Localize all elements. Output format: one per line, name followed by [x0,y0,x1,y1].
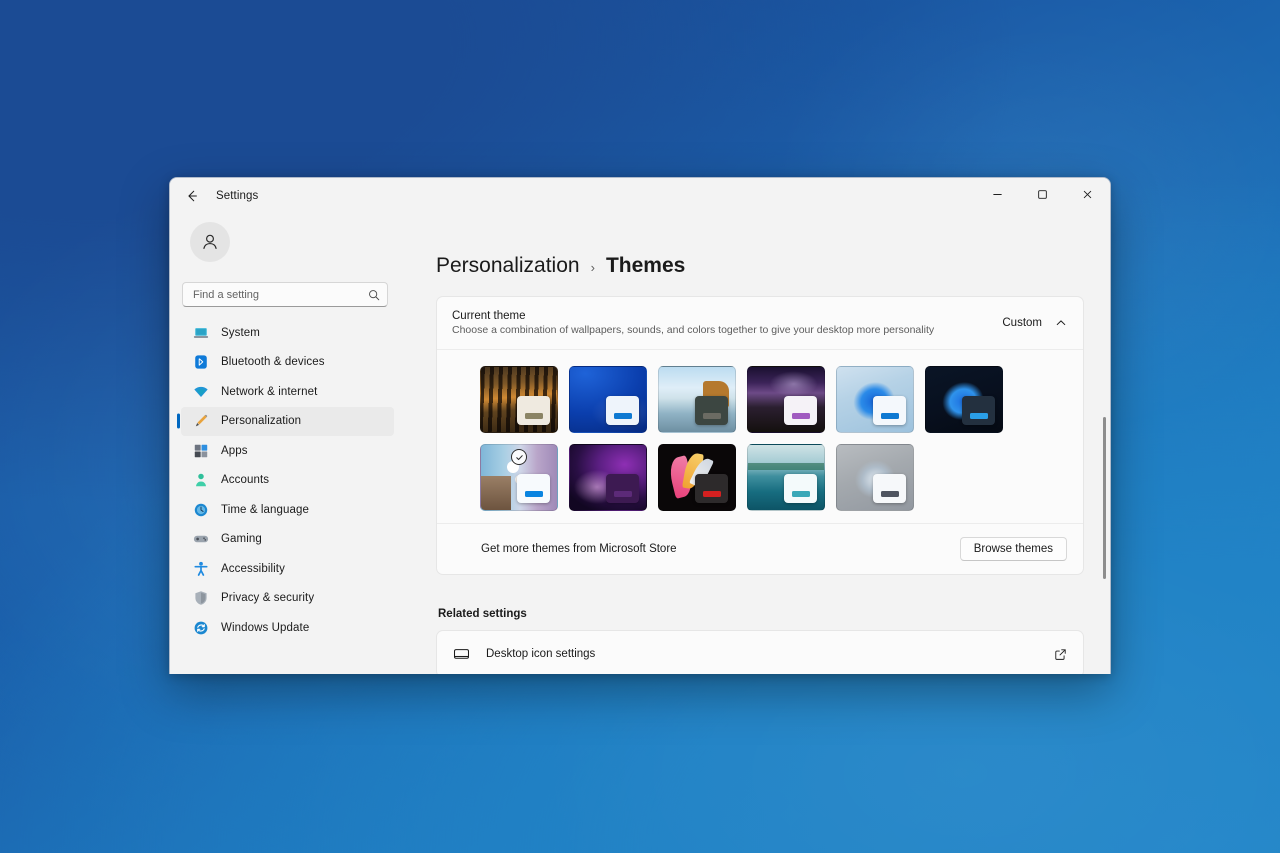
search-box[interactable] [182,282,388,307]
window-controls [975,178,1110,214]
sidebar-item-time-language[interactable]: Time & language [181,495,394,524]
sidebar: System Bluetooth & devices [170,214,398,674]
minimize-button[interactable] [975,178,1020,211]
breadcrumb-parent[interactable]: Personalization [436,254,580,278]
sidebar-item-label: Windows Update [221,622,309,634]
sidebar-item-label: Time & language [221,504,309,516]
clock-icon [192,501,209,518]
sidebar-item-label: Personalization [221,415,301,427]
current-theme-card: Current theme Choose a combination of wa… [436,296,1084,575]
close-icon [1082,189,1093,200]
theme-thumbnail-grid [480,366,1067,511]
apps-icon [192,442,209,459]
settings-window: Settings [169,177,1111,674]
wifi-icon [192,383,209,400]
theme-thumbnails-area [437,350,1083,523]
theme-thumbnail[interactable] [480,444,558,511]
sidebar-item-network-internet[interactable]: Network & internet [181,377,394,406]
microsoft-store-row: Get more themes from Microsoft Store Bro… [437,523,1083,574]
theme-thumbnail[interactable] [836,444,914,511]
person-icon [192,472,209,489]
sidebar-item-windows-update[interactable]: Windows Update [181,613,394,642]
theme-thumbnail[interactable] [480,366,558,433]
page-title: Themes [606,254,685,278]
avatar-row [181,214,394,262]
sidebar-item-label: Gaming [221,533,262,545]
minimize-icon [992,189,1003,200]
sidebar-item-apps[interactable]: Apps [181,436,394,465]
search-icon [368,289,380,301]
sidebar-item-label: Apps [221,445,248,457]
open-external-icon[interactable] [1054,648,1067,661]
sidebar-item-label: Network & internet [221,386,317,398]
sidebar-item-accounts[interactable]: Accounts [181,466,394,495]
paintbrush-icon [192,413,209,430]
related-row-title: Desktop icon settings [486,648,1054,660]
avatar[interactable] [190,222,230,262]
update-icon [192,619,209,636]
user-avatar-icon [199,231,221,253]
sidebar-item-system[interactable]: System [181,318,394,347]
selected-check-icon [515,453,524,462]
accessibility-icon [192,560,209,577]
browse-themes-button[interactable]: Browse themes [960,537,1067,561]
content-scrollbar[interactable] [1103,417,1106,579]
back-button[interactable] [177,181,207,211]
sidebar-item-gaming[interactable]: Gaming [181,525,394,554]
breadcrumb: Personalization › Themes [436,214,1084,296]
current-theme-header[interactable]: Current theme Choose a combination of wa… [437,297,1083,350]
theme-thumbnail[interactable] [747,444,825,511]
sidebar-item-label: Bluetooth & devices [221,356,325,368]
current-theme-title: Current theme [452,310,1002,322]
theme-thumbnail[interactable] [747,366,825,433]
desktop-monitor-icon [452,645,471,664]
maximize-button[interactable] [1020,178,1065,211]
sidebar-item-label: Accessibility [221,563,285,575]
sidebar-item-accessibility[interactable]: Accessibility [181,554,394,583]
sidebar-item-personalization[interactable]: Personalization [181,407,394,436]
breadcrumb-separator-icon: › [591,260,595,275]
sidebar-item-label: System [221,327,260,339]
theme-thumbnail[interactable] [658,366,736,433]
theme-thumbnail[interactable] [925,366,1003,433]
related-settings-heading: Related settings [438,608,1084,620]
theme-thumbnail[interactable] [569,444,647,511]
theme-selected-badge [511,449,527,465]
close-button[interactable] [1065,178,1110,211]
restore-icon [1037,189,1048,200]
sidebar-item-label: Privacy & security [221,592,314,604]
window-title: Settings [216,190,258,202]
content-pane: Personalization › Themes Current theme C… [398,214,1110,674]
current-theme-value: Custom [1002,317,1042,329]
laptop-icon [192,324,209,341]
chevron-up-icon[interactable] [1055,317,1067,329]
sidebar-nav: System Bluetooth & devices [181,318,394,643]
sidebar-item-bluetooth-devices[interactable]: Bluetooth & devices [181,348,394,377]
theme-thumbnail[interactable] [569,366,647,433]
theme-thumbnail[interactable] [836,366,914,433]
current-theme-subtitle: Choose a combination of wallpapers, soun… [452,324,1002,336]
theme-thumbnail[interactable] [658,444,736,511]
gamepad-icon [192,531,209,548]
search-input[interactable] [193,289,368,301]
bluetooth-icon [192,354,209,371]
sidebar-item-privacy-security[interactable]: Privacy & security [181,584,394,613]
shield-icon [192,590,209,607]
related-row-desktop-icon-settings[interactable]: Desktop icon settings [436,630,1084,674]
sidebar-item-label: Accounts [221,474,269,486]
title-bar: Settings [170,178,1110,214]
store-label: Get more themes from Microsoft Store [481,543,960,555]
back-arrow-icon [185,189,199,203]
